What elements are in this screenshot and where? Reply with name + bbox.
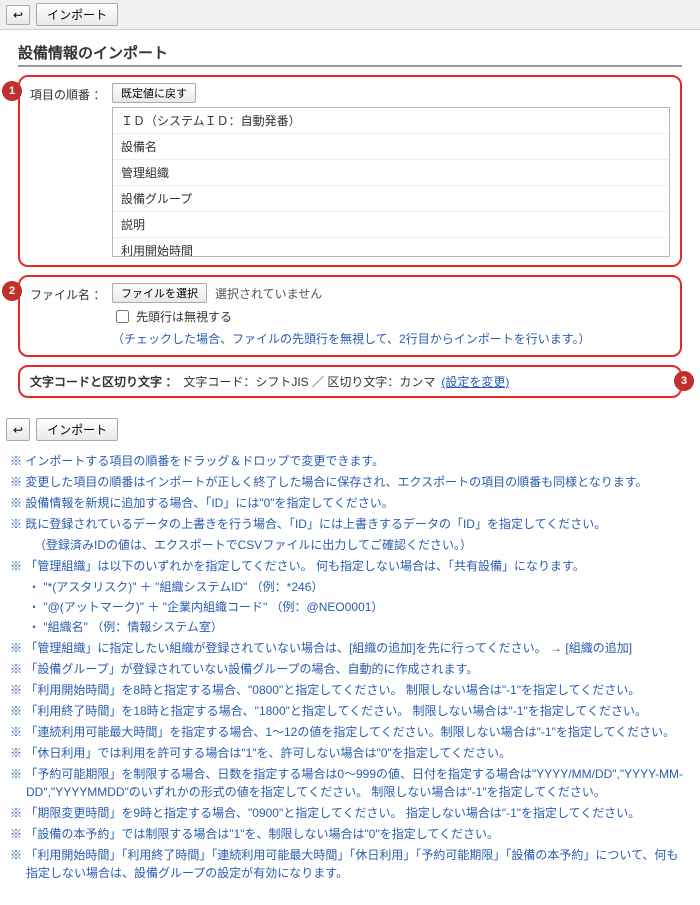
note-line: ※ 「予約可能期限」を制限する場合、日数を指定する場合は0～999の値、日付を指… [10, 765, 690, 801]
note-sub: ・ "*(アスタリスク)" ＋ "組織システムID" （例：*246） [28, 578, 690, 596]
note-line: ※ 「連続利用可能最大時間」を指定する場合、1～12の値を指定してください。制限… [10, 723, 690, 741]
list-item[interactable]: 利用開始時間 [113, 238, 669, 257]
badge-1: 1 [2, 81, 22, 101]
field-order-list[interactable]: ＩＤ（システムＩＤ：自動発番） 設備名 管理組織 設備グループ 説明 利用開始時… [112, 107, 670, 257]
encoding-section: 文字コードと区切り文字 ： 文字コード：シフトJIS ／ 区切り文字：カンマ (… [18, 365, 682, 398]
import-button-bottom[interactable]: インポート [36, 418, 118, 441]
page-title: 設備情報のインポート [18, 42, 682, 67]
field-order-label: 項目の順番 ： [30, 83, 104, 103]
note-line: ※ 「期限変更時間」を9時と指定する場合、"0900"と指定してください。 指定… [10, 804, 690, 822]
import-button-top[interactable]: インポート [36, 3, 118, 26]
note-sub: （登録済みIDの値は、エクスポートでCSVファイルに出力してご確認ください。） [28, 536, 690, 554]
list-item[interactable]: 説明 [113, 212, 669, 238]
ignore-header-label: 先頭行は無視する [136, 308, 232, 325]
note-line: ※ 「利用開始時間」を8時と指定する場合、"0800"と指定してください。 制限… [10, 681, 690, 699]
field-order-section: 1 項目の順番 ： 既定値に戻す ＩＤ（システムＩＤ：自動発番） 設備名 管理組… [18, 75, 682, 267]
encoding-label: 文字コードと区切り文字 ： [30, 373, 177, 390]
top-toolbar: ↩ インポート [0, 0, 700, 30]
change-settings-link[interactable]: (設定を変更) [441, 373, 509, 390]
note-line: ※ 「利用終了時間」を18時と指定する場合、"1800"と指定してください。 制… [10, 702, 690, 720]
note-sub: ・ "@(アットマーク)" ＋ "企業内組織コード" （例：@NEO0001） [28, 598, 690, 616]
note-line: ※ インポートする項目の順番をドラッグ＆ドロップで変更できます。 [10, 452, 690, 470]
back-button[interactable]: ↩ [6, 5, 30, 25]
note-line: ※ 「管理組織」に指定したい組織が登録されていない場合は、[組織の追加]を先に行… [10, 639, 690, 657]
encoding-value: 文字コード：シフトJIS ／ 区切り文字：カンマ [183, 373, 435, 390]
note-sub: ・ "組織名" （例：情報システム室） [28, 618, 690, 636]
note-line: ※ 「設備の本予約」では制限する場合は"1"を、制限しない場合は"0"を指定して… [10, 825, 690, 843]
file-label: ファイル名 ： [30, 283, 104, 303]
bottom-toolbar: ↩ インポート [0, 414, 700, 445]
notes-section: ※ インポートする項目の順番をドラッグ＆ドロップで変更できます。 ※ 変更した項… [0, 445, 700, 905]
ignore-header-hint: （チェックした場合、ファイルの先頭行を無視して、2行目からインポートを行います。… [112, 330, 591, 347]
note-line: ※ 「管理組織」は以下のいずれかを指定してください。 何も指定しない場合は、「共… [10, 557, 690, 575]
note-line: ※ 「設備グループ」が登録されていない設備グループの場合、自動的に作成されます。 [10, 660, 690, 678]
badge-3: 3 [674, 371, 694, 391]
list-item[interactable]: 設備名 [113, 134, 669, 160]
no-file-text: 選択されていません [215, 285, 322, 302]
choose-file-button[interactable]: ファイルを選択 [112, 283, 207, 303]
badge-2: 2 [2, 281, 22, 301]
note-line: ※ 「利用開始時間」「利用終了時間」「連続利用可能最大時間」「休日利用」「予約可… [10, 846, 690, 882]
list-item[interactable]: 設備グループ [113, 186, 669, 212]
file-section: 2 ファイル名 ： ファイルを選択 選択されていません 先頭行は無視する （チェ… [18, 275, 682, 357]
list-item[interactable]: ＩＤ（システムＩＤ：自動発番） [113, 108, 669, 134]
reset-default-button[interactable]: 既定値に戻す [112, 83, 196, 103]
list-item[interactable]: 管理組織 [113, 160, 669, 186]
back-button-bottom[interactable]: ↩ [6, 418, 30, 441]
note-line: ※ 「休日利用」では利用を許可する場合は"1"を、許可しない場合は"0"を指定し… [10, 744, 690, 762]
note-line: ※ 変更した項目の順番はインポートが正しく終了した場合に保存され、エクスポートの… [10, 473, 690, 491]
note-line: ※ 既に登録されているデータの上書きを行う場合、「ID」には上書きするデータの「… [10, 515, 690, 533]
note-line: ※ 設備情報を新規に追加する場合、「ID」には"0"を指定してください。 [10, 494, 690, 512]
ignore-header-checkbox[interactable] [116, 310, 129, 323]
